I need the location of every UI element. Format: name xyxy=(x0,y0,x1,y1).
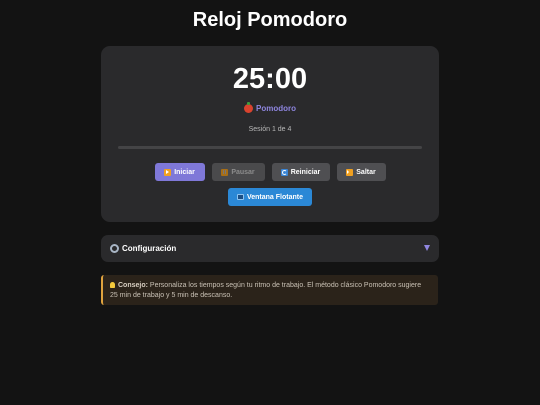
tip-text: Personaliza los tiempos según tu ritmo d… xyxy=(110,282,422,299)
start-button[interactable]: Iniciar xyxy=(154,163,205,181)
mode-label: Pomodoro xyxy=(256,103,296,113)
reset-button-label: Reiniciar xyxy=(290,168,321,176)
timer-card: 25:00 Pomodoro Sesión 1 de 4 Iniciar Pau… xyxy=(101,46,439,222)
pause-button-label: Pausar xyxy=(231,168,255,176)
timer-display: 25:00 xyxy=(232,63,308,95)
pomodoro-page: Reloj Pomodoro 25:00 Pomodoro Sesión 1 d… xyxy=(0,0,540,405)
skip-icon xyxy=(346,168,354,176)
play-icon xyxy=(164,168,172,176)
pause-button[interactable]: Pausar xyxy=(211,163,265,181)
tip-text-block: Consejo: Personaliza los tiempos según t… xyxy=(110,281,430,301)
tomato-icon xyxy=(244,101,253,113)
mode-indicator: Pomodoro xyxy=(101,101,439,114)
pause-icon xyxy=(221,168,229,176)
skip-button-label: Saltar xyxy=(356,168,376,176)
tv-icon xyxy=(236,194,244,200)
floating-window-label: Ventana Flotante xyxy=(246,193,303,201)
gear-icon xyxy=(110,244,119,253)
reset-icon xyxy=(280,168,288,176)
floating-window-button[interactable]: Ventana Flotante xyxy=(228,188,312,206)
progress-bar xyxy=(118,146,422,149)
tip-prefix: Consejo: xyxy=(118,282,148,289)
control-buttons: Iniciar Pausar Reiniciar Saltar xyxy=(101,163,439,181)
config-label: Configuración xyxy=(122,244,177,253)
chevron-down-icon[interactable] xyxy=(424,245,430,251)
skip-button[interactable]: Saltar xyxy=(336,163,386,181)
tip-box: Consejo: Personaliza los tiempos según t… xyxy=(101,275,438,305)
config-toggle[interactable]: Configuración xyxy=(101,235,439,262)
reset-button[interactable]: Reiniciar xyxy=(271,163,330,181)
lightbulb-icon xyxy=(110,282,115,288)
start-button-label: Iniciar xyxy=(174,168,195,176)
session-counter: Sesión 1 de 4 xyxy=(248,126,292,133)
page-title: Reloj Pomodoro xyxy=(192,9,348,31)
